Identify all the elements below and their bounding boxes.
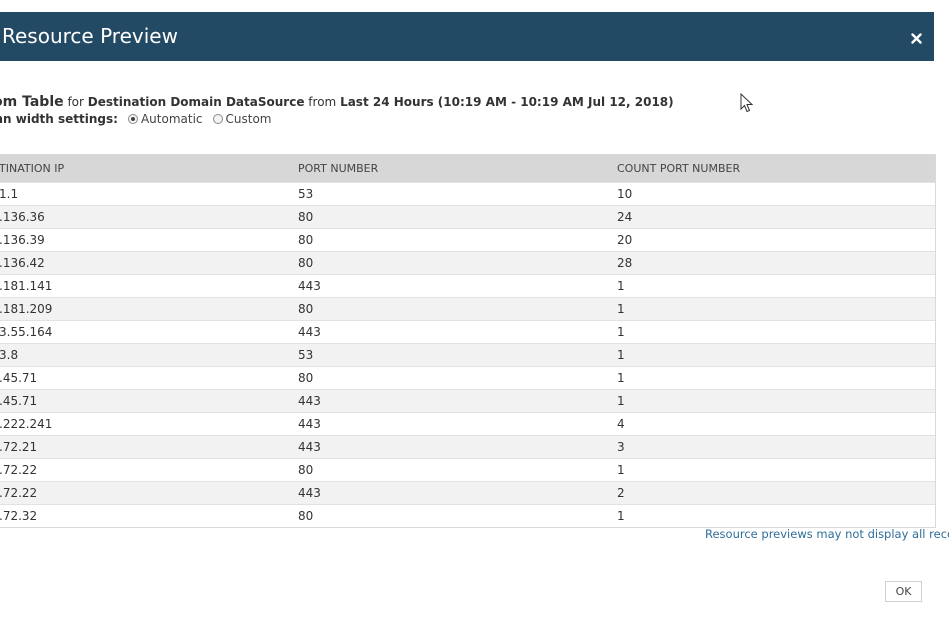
preview-summary: stom Table for Destination Domain DataSo… <box>0 93 878 111</box>
cell-count-port-number: 2 <box>617 486 625 500</box>
from-word: from <box>308 95 337 109</box>
radio-automatic[interactable] <box>127 114 138 124</box>
cell-destination-ip: .45.71 <box>0 394 38 408</box>
cell-destination-ip: .181.209 <box>0 302 53 316</box>
cell-count-port-number: 1 <box>617 371 625 385</box>
table-row: .136.36 80 24 <box>0 205 935 228</box>
cell-count-port-number: 1 <box>617 325 625 339</box>
cell-port-number: 80 <box>298 509 314 523</box>
column-width-settings: umn width settings: Automatic Custom <box>0 110 282 128</box>
cell-port-number: 53 <box>298 348 314 362</box>
cell-port-number: 80 <box>298 463 314 477</box>
cell-port-number: 443 <box>298 325 321 339</box>
cell-count-port-number: 3 <box>617 440 625 454</box>
cell-destination-ip: .72.21 <box>0 440 38 454</box>
table-row: .181.209 80 1 <box>0 297 935 320</box>
cell-count-port-number: 1 <box>617 509 625 523</box>
table-row: .136.42 80 28 <box>0 251 935 274</box>
cell-destination-ip: 3.55.164 <box>0 325 53 339</box>
cell-count-port-number: 28 <box>617 256 633 270</box>
table-row: 3.8 53 1 <box>0 343 935 366</box>
table-row: .181.141 443 1 <box>0 274 935 297</box>
header-port-number: PORT NUMBER <box>298 162 379 175</box>
cell-count-port-number: 1 <box>617 302 625 316</box>
cell-destination-ip: 3.8 <box>0 348 19 362</box>
cell-port-number: 443 <box>298 279 321 293</box>
header-destination-ip: TINATION IP <box>0 162 65 175</box>
cell-count-port-number: 24 <box>617 210 633 224</box>
table-row: .72.22 80 1 <box>0 458 935 481</box>
for-word: for <box>67 95 84 109</box>
table-row: .45.71 80 1 <box>0 366 935 389</box>
table-row: .72.22 443 2 <box>0 481 935 504</box>
radio-automatic-label[interactable]: Automatic <box>141 110 203 128</box>
cell-destination-ip: .45.71 <box>0 371 38 385</box>
table-row: 3.55.164 443 1 <box>0 320 935 343</box>
cell-port-number: 443 <box>298 440 321 454</box>
cell-count-port-number: 1 <box>617 463 625 477</box>
cell-count-port-number: 4 <box>617 417 625 431</box>
table-row: .136.39 80 20 <box>0 228 935 251</box>
close-button[interactable] <box>907 29 925 47</box>
column-width-label: umn width settings: <box>0 112 118 126</box>
cell-destination-ip: .136.36 <box>0 210 45 224</box>
preview-table: TINATION IP PORT NUMBER COUNT PORT NUMBE… <box>0 154 936 528</box>
time-range: Last 24 Hours (10:19 AM - 10:19 AM Jul 1… <box>340 95 674 109</box>
cell-count-port-number: 1 <box>617 279 625 293</box>
cell-count-port-number: 10 <box>617 187 633 201</box>
cell-count-port-number: 1 <box>617 348 625 362</box>
cell-destination-ip: .181.141 <box>0 279 53 293</box>
cell-destination-ip: .72.22 <box>0 486 38 500</box>
cell-destination-ip: .222.241 <box>0 417 53 431</box>
table-row: .72.21 443 3 <box>0 435 935 458</box>
table-row: .45.71 443 1 <box>0 389 935 412</box>
cell-port-number: 443 <box>298 486 321 500</box>
table-body: 1.1 53 10.136.36 80 24.136.39 80 20.136.42 80 28… <box>0 182 935 527</box>
radio-custom[interactable] <box>212 114 223 124</box>
dialog-title: Resource Preview <box>2 24 178 48</box>
table-row: .72.32 80 1 <box>0 504 935 527</box>
cell-port-number: 80 <box>298 233 314 247</box>
cell-count-port-number: 1 <box>617 394 625 408</box>
cell-port-number: 80 <box>298 210 314 224</box>
header-count-port-number: COUNT PORT NUMBER <box>617 162 741 175</box>
dialog-header: Resource Preview <box>0 12 934 61</box>
cell-port-number: 443 <box>298 417 321 431</box>
cell-destination-ip: .72.32 <box>0 509 38 523</box>
cell-port-number: 53 <box>298 187 314 201</box>
datasource-name: Destination Domain DataSource <box>87 95 305 109</box>
radio-custom-label[interactable]: Custom <box>226 110 272 128</box>
close-icon <box>910 32 922 44</box>
cell-port-number: 80 <box>298 256 314 270</box>
cell-count-port-number: 20 <box>617 233 633 247</box>
table-row: 1.1 53 10 <box>0 182 935 205</box>
cell-port-number: 443 <box>298 394 321 408</box>
table-header-row: TINATION IP PORT NUMBER COUNT PORT NUMBE… <box>0 155 935 182</box>
top-strip <box>0 0 949 12</box>
cell-destination-ip: 1.1 <box>0 187 19 201</box>
cell-destination-ip: .136.39 <box>0 233 45 247</box>
cell-destination-ip: .72.22 <box>0 463 38 477</box>
cell-port-number: 80 <box>298 371 314 385</box>
table-name: stom Table <box>0 94 64 110</box>
table-row: .222.241 443 4 <box>0 412 935 435</box>
records-note[interactable]: Resource previews may not display all re… <box>705 527 949 541</box>
cell-destination-ip: .136.42 <box>0 256 45 270</box>
cell-port-number: 80 <box>298 302 314 316</box>
ok-button[interactable]: OK <box>885 581 922 602</box>
